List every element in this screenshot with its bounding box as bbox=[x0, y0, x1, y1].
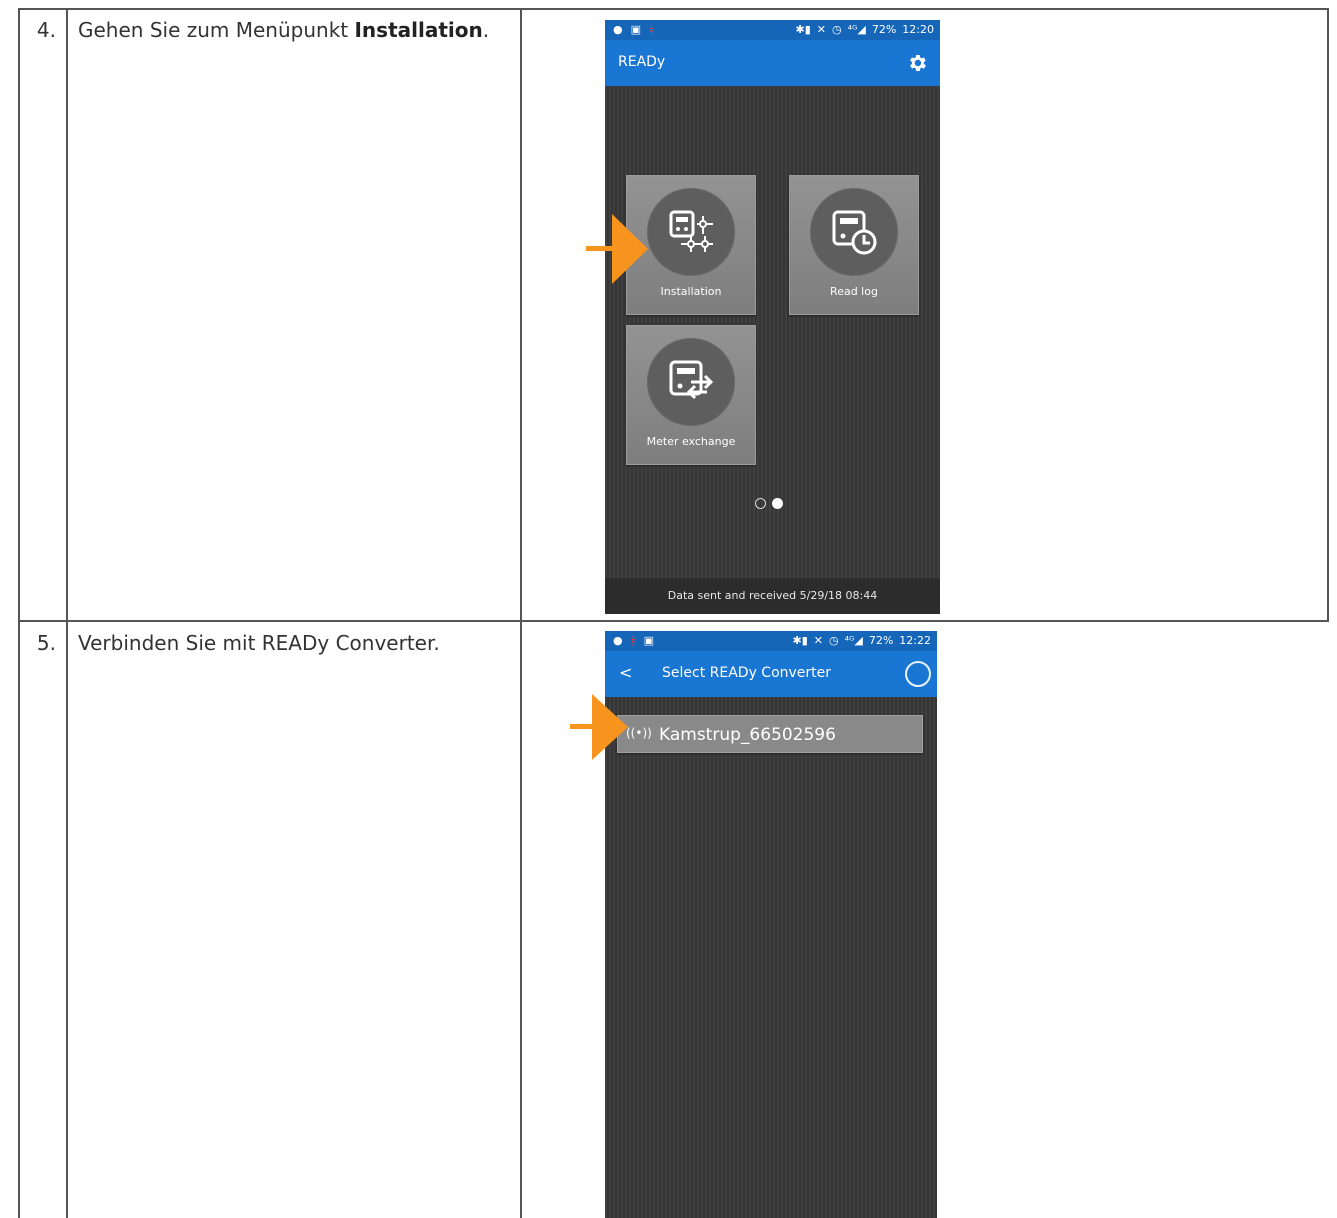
table-border-left bbox=[18, 8, 20, 1218]
loading-spinner-icon bbox=[905, 661, 931, 687]
step-instruction: Verbinden Sie mit READy Converter. bbox=[78, 631, 440, 655]
alarm-icon: ◷ bbox=[828, 634, 839, 647]
tile-icon-circle bbox=[647, 188, 735, 276]
table-column-divider bbox=[520, 8, 522, 1218]
signal-icon: ⁴ᴳ◢ bbox=[847, 23, 866, 36]
table-column-divider bbox=[66, 8, 68, 1218]
mute-icon: ✕ bbox=[813, 634, 823, 647]
list-item-converter[interactable]: ((•)) Kamstrup_66502596 bbox=[617, 715, 923, 753]
page-indicator bbox=[755, 498, 783, 509]
app-bar: < Select READy Converter bbox=[605, 651, 937, 697]
battery-level: 72% bbox=[871, 23, 897, 36]
tile-icon-circle bbox=[810, 188, 898, 276]
alarm-icon: ◷ bbox=[831, 23, 842, 36]
tile-read-log[interactable]: Read log bbox=[789, 175, 919, 315]
image-icon: ▣ bbox=[643, 634, 655, 647]
step-number: 5. bbox=[36, 631, 56, 655]
phone-screenshot-main-menu: ● ▣ ǂ ✱▮ ✕ ◷ ⁴ᴳ◢ 72% 12:20 READy Install… bbox=[605, 20, 940, 614]
installation-icon bbox=[669, 210, 713, 252]
step-text-part: Gehen Sie zum Menüpunkt bbox=[78, 18, 355, 42]
meter-exchange-icon bbox=[669, 360, 714, 400]
step-number: 4. bbox=[36, 18, 56, 42]
app-title: READy bbox=[618, 54, 666, 70]
table-row-divider bbox=[18, 620, 1329, 622]
converter-name: Kamstrup_66502596 bbox=[659, 725, 836, 745]
signal-icon: ⁴ᴳ◢ bbox=[844, 634, 863, 647]
spotify-icon: ● bbox=[613, 23, 623, 36]
app-title: Select READy Converter bbox=[662, 665, 832, 681]
clock: 12:22 bbox=[899, 634, 931, 647]
step-text-bold: Installation bbox=[354, 18, 483, 42]
tile-icon-circle bbox=[647, 338, 735, 426]
page-dot-active[interactable] bbox=[772, 498, 783, 509]
bluetooth-vibrate-icon: ✱▮ bbox=[795, 23, 811, 36]
step-text-part: . bbox=[482, 18, 490, 42]
tile-meter-exchange[interactable]: Meter exchange bbox=[626, 325, 756, 465]
pointer-arrow-icon bbox=[586, 214, 648, 284]
app-bar: READy bbox=[605, 40, 940, 86]
battery-level: 72% bbox=[868, 634, 894, 647]
read-log-icon bbox=[832, 210, 877, 255]
usb-icon: ǂ bbox=[630, 634, 636, 647]
sync-status-footer: Data sent and received 5/29/18 08:44 bbox=[605, 578, 940, 614]
gear-icon[interactable] bbox=[906, 52, 928, 74]
spotify-icon: ● bbox=[613, 634, 623, 647]
step-instruction: Gehen Sie zum Menüpunkt Installation. bbox=[78, 18, 489, 42]
bluetooth-vibrate-icon: ✱▮ bbox=[792, 634, 808, 647]
mute-icon: ✕ bbox=[816, 23, 826, 36]
image-icon: ▣ bbox=[630, 23, 642, 36]
page-dot-inactive[interactable] bbox=[755, 498, 766, 509]
back-button[interactable]: < bbox=[619, 663, 632, 682]
clock: 12:20 bbox=[902, 23, 934, 36]
phone-screenshot-select-converter: ● ǂ ▣ ✱▮ ✕ ◷ ⁴ᴳ◢ 72% 12:22 < Select READ… bbox=[605, 631, 937, 1218]
table-border-right bbox=[1327, 8, 1329, 622]
pointer-arrow-icon bbox=[570, 694, 628, 760]
usb-icon: ǂ bbox=[649, 23, 655, 36]
tile-label: Installation bbox=[660, 285, 722, 298]
status-bar: ● ǂ ▣ ✱▮ ✕ ◷ ⁴ᴳ◢ 72% 12:22 bbox=[605, 631, 937, 651]
status-bar: ● ▣ ǂ ✱▮ ✕ ◷ ⁴ᴳ◢ 72% 12:20 bbox=[605, 20, 940, 40]
tile-label: Meter exchange bbox=[646, 435, 736, 448]
table-border-top bbox=[18, 8, 1329, 10]
tile-label: Read log bbox=[830, 285, 878, 298]
